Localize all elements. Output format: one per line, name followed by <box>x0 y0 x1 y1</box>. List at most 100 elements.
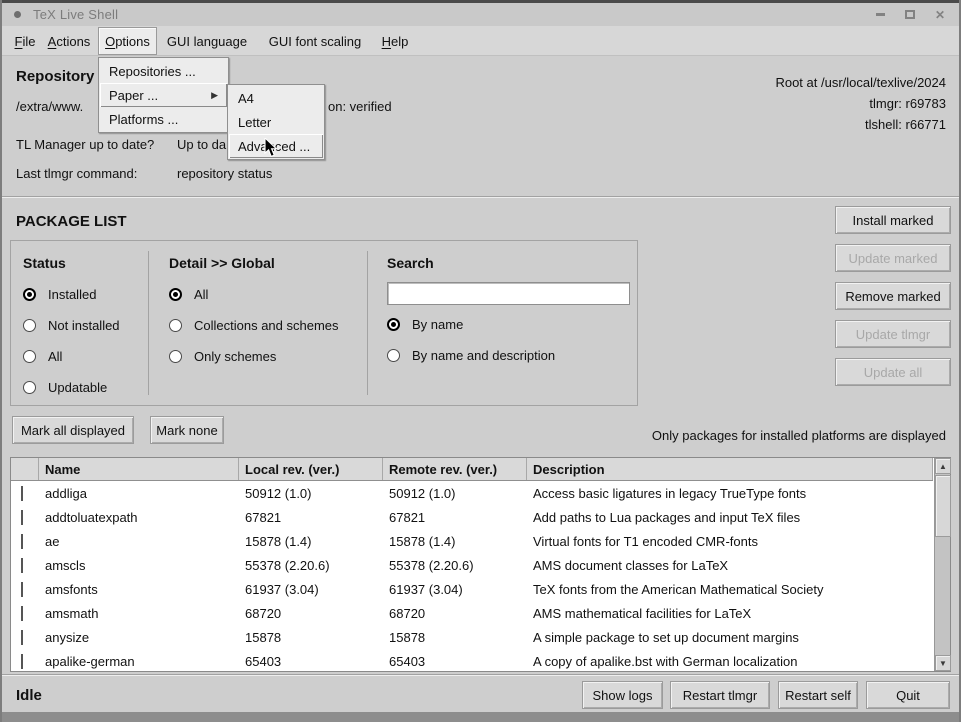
cell-desc: A copy of apalike.bst with German locali… <box>527 654 933 669</box>
status-text: Idle <box>16 687 42 704</box>
row-checkbox[interactable] <box>21 606 23 621</box>
cell-name: amsmath <box>39 606 239 621</box>
table-header: NameLocal rev. (ver.)Remote rev. (ver.)D… <box>11 458 933 481</box>
cell-desc: Access basic ligatures in legacy TrueTyp… <box>527 486 933 501</box>
options-menu-item-platforms[interactable]: Platforms ... <box>100 107 227 131</box>
table-row[interactable]: amscls55378 (2.20.6)55378 (2.20.6)AMS do… <box>11 553 933 577</box>
install-marked-button[interactable]: Install marked <box>835 206 951 234</box>
restart-self-button[interactable]: Restart self <box>778 681 858 709</box>
row-checkbox[interactable] <box>21 630 23 645</box>
status-option-all[interactable]: All <box>23 341 120 372</box>
radio-icon <box>169 288 182 301</box>
app-window: TeX Live Shell ✕ FileActionsOptionsGUI l… <box>0 0 961 722</box>
table-row[interactable]: addliga50912 (1.0)50912 (1.0)Access basi… <box>11 481 933 505</box>
window-bottom-edge <box>2 712 959 722</box>
row-checkbox[interactable] <box>21 582 23 597</box>
radio-label: By name <box>412 317 463 332</box>
cell-remote: 50912 (1.0) <box>383 486 527 501</box>
quit-button[interactable]: Quit <box>866 681 950 709</box>
radio-label: All <box>48 349 62 364</box>
paper-submenu-item-a4[interactable]: A4 <box>229 86 323 110</box>
column-header-checkbox[interactable] <box>11 458 39 480</box>
menu-gui-font-scaling[interactable]: GUI font scaling <box>255 27 375 55</box>
menu-gui-language[interactable]: GUI language <box>157 27 257 55</box>
cell-remote: 67821 <box>383 510 527 525</box>
update-marked-button[interactable]: Update marked <box>835 244 951 272</box>
repository-heading: Repository <box>16 68 94 85</box>
options-menu-item-paper[interactable]: Paper ...▶ <box>100 83 227 107</box>
divider <box>148 251 149 395</box>
window-title: TeX Live Shell <box>33 7 118 22</box>
cell-name: ae <box>39 534 239 549</box>
status-option-updatable[interactable]: Updatable <box>23 372 120 403</box>
column-header-name[interactable]: Name <box>39 458 239 480</box>
restart-tlmgr-button[interactable]: Restart tlmgr <box>670 681 770 709</box>
minimize-button[interactable] <box>873 8 887 22</box>
app-icon <box>14 11 21 18</box>
cell-local: 50912 (1.0) <box>239 486 383 501</box>
radio-icon <box>23 288 36 301</box>
last-command-label: Last tlmgr command: <box>16 166 137 181</box>
search-option-by-name[interactable]: By name <box>387 309 555 340</box>
menubar: FileActionsOptionsGUI languageGUI font s… <box>2 26 959 56</box>
table-row[interactable]: ae15878 (1.4)15878 (1.4)Virtual fonts fo… <box>11 529 933 553</box>
table-row[interactable]: addtoluatexpath6782167821Add paths to Lu… <box>11 505 933 529</box>
scrollbar[interactable]: ▲ ▼ <box>934 458 950 671</box>
table-row[interactable]: apalike-german6540365403A copy of apalik… <box>11 649 933 671</box>
cell-local: 15878 (1.4) <box>239 534 383 549</box>
table-row[interactable]: anysize1587815878A simple package to set… <box>11 625 933 649</box>
status-option-installed[interactable]: Installed <box>23 279 120 310</box>
column-header-description[interactable]: Description <box>527 458 933 480</box>
scrollbar-thumb[interactable] <box>935 475 951 537</box>
remove-marked-button[interactable]: Remove marked <box>835 282 951 310</box>
cell-name: addliga <box>39 486 239 501</box>
cell-name: apalike-german <box>39 654 239 669</box>
cell-desc: A simple package to set up document marg… <box>527 630 933 645</box>
detail-option-all[interactable]: All <box>169 279 339 310</box>
cell-desc: AMS document classes for LaTeX <box>527 558 933 573</box>
search-option-by-name-and-description[interactable]: By name and description <box>387 340 555 371</box>
close-button[interactable]: ✕ <box>933 8 947 22</box>
tlmgr-revision: tlmgr: r69783 <box>869 96 946 111</box>
section-divider <box>2 674 959 676</box>
menu-options[interactable]: Options <box>98 27 157 55</box>
scroll-up-icon[interactable]: ▲ <box>935 458 951 474</box>
detail-option-collections-and-schemes[interactable]: Collections and schemes <box>169 310 339 341</box>
maximize-button[interactable] <box>903 8 917 22</box>
cell-local: 67821 <box>239 510 383 525</box>
window-controls: ✕ <box>873 8 959 22</box>
cell-desc: Add paths to Lua packages and input TeX … <box>527 510 933 525</box>
menu-actions[interactable]: Actions <box>38 27 100 55</box>
column-header-local-rev-ver[interactable]: Local rev. (ver.) <box>239 458 383 480</box>
menu-file[interactable]: File <box>8 27 42 55</box>
status-option-not-installed[interactable]: Not installed <box>23 310 120 341</box>
mark-none-button[interactable]: Mark none <box>150 416 224 444</box>
table-row[interactable]: amsfonts61937 (3.04)61937 (3.04)TeX font… <box>11 577 933 601</box>
status-group-label: Status <box>23 255 66 271</box>
search-input[interactable] <box>387 282 630 305</box>
mark-all-displayed-button[interactable]: Mark all displayed <box>12 416 134 444</box>
table-row[interactable]: amsmath6872068720AMS mathematical facili… <box>11 601 933 625</box>
row-checkbox[interactable] <box>21 558 23 573</box>
show-logs-button[interactable]: Show logs <box>582 681 663 709</box>
update-all-button[interactable]: Update all <box>835 358 951 386</box>
row-checkbox[interactable] <box>21 654 23 669</box>
detail-option-only-schemes[interactable]: Only schemes <box>169 341 339 372</box>
table-body: addliga50912 (1.0)50912 (1.0)Access basi… <box>11 481 933 671</box>
update-tlmgr-button[interactable]: Update tlmgr <box>835 320 951 348</box>
row-checkbox[interactable] <box>21 486 23 501</box>
options-menu-item-repositories[interactable]: Repositories ... <box>100 59 227 83</box>
menu-item-label: Repositories ... <box>109 64 196 79</box>
minimize-icon <box>876 13 885 16</box>
repository-path: /extra/www. <box>16 99 83 114</box>
column-header-remote-rev-ver[interactable]: Remote rev. (ver.) <box>383 458 527 480</box>
paper-submenu-item-letter[interactable]: Letter <box>229 110 323 134</box>
cell-name: addtoluatexpath <box>39 510 239 525</box>
titlebar: TeX Live Shell ✕ <box>2 0 959 26</box>
cell-name: anysize <box>39 630 239 645</box>
row-checkbox[interactable] <box>21 534 23 549</box>
menu-help[interactable]: Help <box>373 27 417 55</box>
row-checkbox[interactable] <box>21 510 23 525</box>
scroll-down-icon[interactable]: ▼ <box>935 655 951 671</box>
cell-remote: 15878 (1.4) <box>383 534 527 549</box>
